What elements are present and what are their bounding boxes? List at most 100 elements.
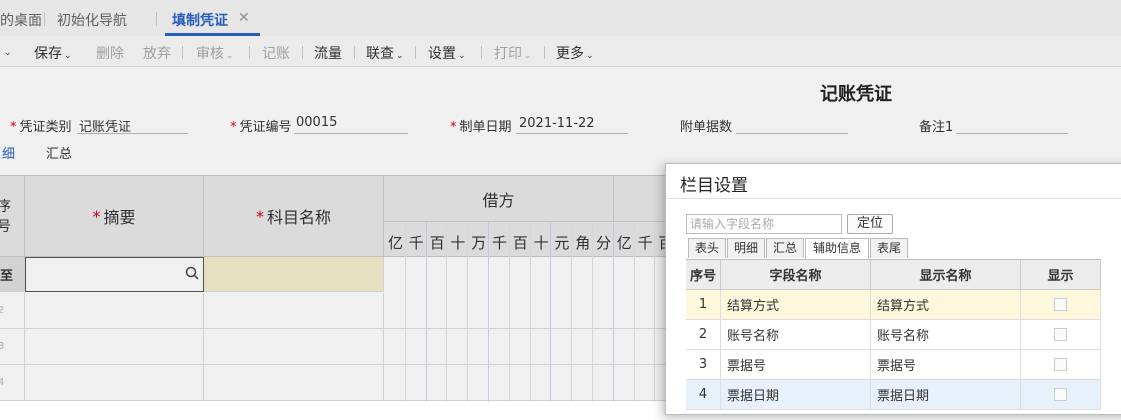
grid-cell[interactable]	[384, 365, 680, 401]
chevron-down-icon: ⌄	[226, 51, 234, 61]
toolbar-divider	[182, 46, 183, 59]
chevron-down-icon[interactable]: ⌄	[2, 43, 12, 59]
field-search-input[interactable]: 请输入字段名称	[686, 214, 842, 234]
visible-checkbox[interactable]	[1054, 328, 1067, 341]
settings-button[interactable]: 设置 ⌄	[428, 43, 466, 63]
tab-auxiliary-info[interactable]: 辅助信息	[805, 238, 869, 259]
tab-init-nav[interactable]: 初始化导航	[57, 10, 127, 30]
chevron-down-icon: ⌄	[64, 51, 72, 61]
voucher-no-field[interactable]: 00015	[296, 115, 337, 130]
cell-display[interactable]: 账号名称	[871, 320, 1021, 350]
digit-label: 千	[492, 234, 508, 252]
cell-display[interactable]: 票据号	[871, 350, 1021, 380]
tab-divider	[44, 12, 45, 26]
tab-voucher-entry[interactable]: 填制凭证	[172, 10, 228, 30]
amount-digit-header	[384, 222, 680, 257]
voucher-type-label: * 凭证类别	[10, 120, 72, 135]
digit-label: 十	[450, 234, 466, 252]
audit-label: 审核	[196, 46, 224, 62]
post-button[interactable]: 记账	[262, 43, 290, 63]
digit-label: 百	[429, 234, 445, 252]
date-label: * 制单日期	[450, 120, 512, 135]
toolbar-divider	[481, 46, 482, 59]
digit-label: 分	[596, 234, 612, 252]
cell-no: 4	[686, 380, 721, 410]
tab-desktop[interactable]: 的桌面	[0, 10, 42, 30]
digit-label: 角	[575, 234, 591, 252]
toolbar-divider	[415, 46, 416, 59]
dialog-divider	[666, 198, 1121, 199]
column-header-visible: 显示	[1021, 260, 1101, 290]
cashflow-button[interactable]: 流量	[314, 43, 342, 63]
cell-no: 3	[686, 350, 721, 380]
cell-visible	[1021, 380, 1101, 410]
grid-cell[interactable]	[204, 329, 384, 365]
voucher-entry-grid: 序号 *摘要 *科目名称 借方 亿千百十万千百十元角分亿千百 至 234	[0, 175, 680, 402]
grid-cell[interactable]	[384, 329, 680, 365]
cell-no: 2	[686, 320, 721, 350]
dialog-title: 栏目设置	[680, 176, 748, 196]
save-label: 保存	[34, 46, 62, 62]
tab-summary[interactable]: 汇总	[46, 143, 72, 162]
row-number: 4	[0, 377, 5, 388]
grid-cell[interactable]	[25, 365, 204, 401]
cell-field: 票据号	[721, 350, 871, 380]
attachments-label: 附单据数	[680, 120, 733, 135]
save-button[interactable]: 保存 ⌄	[34, 43, 72, 63]
link-query-button[interactable]: 联查 ⌄	[366, 43, 404, 63]
column-header-no: 序号	[686, 260, 721, 290]
account-input[interactable]	[204, 257, 384, 292]
visible-checkbox[interactable]	[1054, 358, 1067, 371]
delete-button[interactable]: 删除	[96, 43, 124, 63]
grid-cell[interactable]	[384, 293, 680, 329]
tab-summary[interactable]: 汇总	[766, 238, 804, 258]
cell-field: 账号名称	[721, 320, 871, 350]
summary-input[interactable]	[25, 257, 204, 292]
grid-cell[interactable]	[204, 365, 384, 401]
toolbar-divider	[354, 46, 355, 59]
row-selector[interactable]: 至	[0, 257, 25, 292]
tab-footer[interactable]: 表尾	[870, 238, 908, 258]
print-button[interactable]: 打印 ⌄	[494, 43, 532, 63]
search-icon[interactable]	[185, 266, 200, 285]
audit-button[interactable]: 审核 ⌄	[196, 43, 234, 63]
voucher-no-label: * 凭证编号	[230, 120, 292, 135]
date-field[interactable]: 2021-11-22	[519, 116, 595, 131]
visible-checkbox[interactable]	[1054, 298, 1067, 311]
tab-detail[interactable]: 明细	[727, 238, 765, 258]
voucher-title: 记账凭证	[820, 84, 892, 105]
remark-field[interactable]	[956, 133, 1068, 134]
account-column-header: * 科目名称	[204, 176, 384, 257]
digit-label: 千	[408, 234, 424, 252]
digit-label: 千	[637, 234, 653, 252]
toolbar-divider	[302, 46, 303, 59]
discard-button[interactable]: 放弃	[143, 43, 171, 63]
locate-button[interactable]: 定位	[847, 214, 893, 234]
grid-cell[interactable]	[204, 293, 384, 329]
grid-cell[interactable]	[25, 329, 204, 365]
print-label: 打印	[494, 46, 522, 62]
chevron-down-icon: ⌄	[396, 51, 404, 61]
tab-header[interactable]: 表头	[688, 238, 726, 258]
column-header-display-name: 显示名称	[871, 260, 1021, 290]
tab-detail[interactable]: 细	[2, 143, 15, 162]
grid-cell[interactable]	[25, 293, 204, 329]
cell-display[interactable]: 结算方式	[871, 290, 1021, 320]
seq-column-header: 序号	[0, 176, 25, 257]
summary-column-header: * 摘要	[25, 176, 204, 257]
column-header-field-name: 字段名称	[721, 260, 871, 290]
field-underline	[294, 133, 408, 134]
more-button[interactable]: 更多 ⌄	[556, 43, 594, 63]
cell-visible	[1021, 320, 1101, 350]
cell-display[interactable]: 票据日期	[871, 380, 1021, 410]
cell-field: 结算方式	[721, 290, 871, 320]
close-icon[interactable]: ✕	[238, 10, 250, 26]
row-number: 3	[0, 341, 5, 352]
attachments-field[interactable]	[736, 133, 848, 134]
chevron-down-icon: ⌄	[458, 51, 466, 61]
visible-checkbox[interactable]	[1054, 388, 1067, 401]
digit-label: 万	[471, 234, 487, 252]
field-underline	[77, 133, 188, 134]
cell-visible	[1021, 350, 1101, 380]
chevron-down-icon: ⌄	[524, 51, 532, 61]
